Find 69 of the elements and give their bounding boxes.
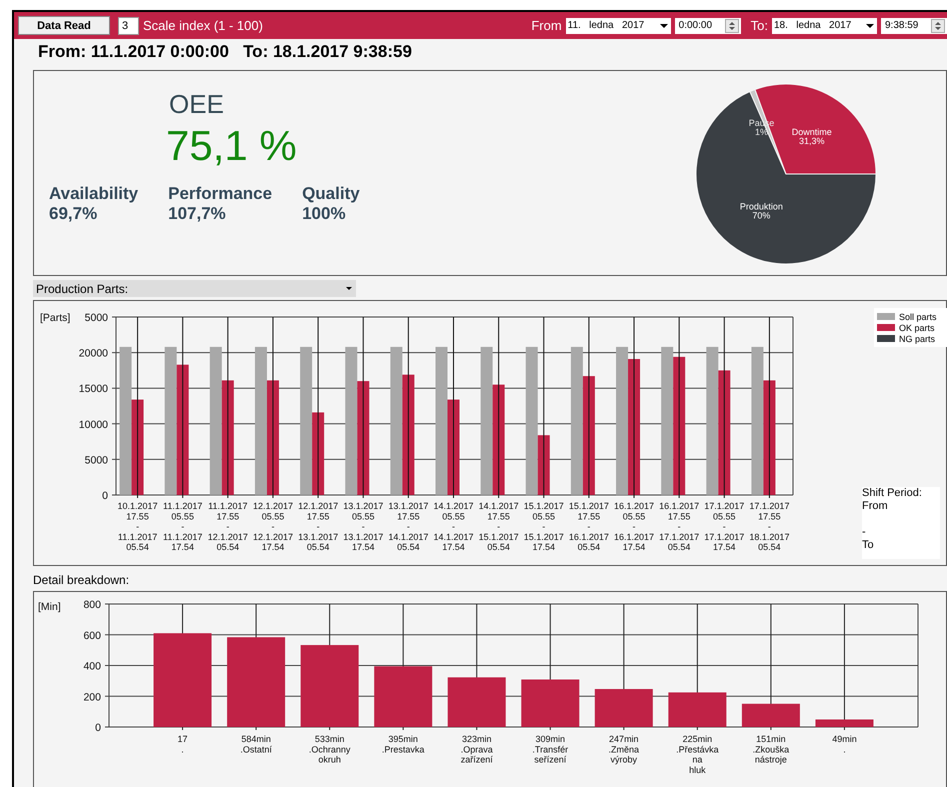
- category-label: 12.1.2017 17.55 - 13.1.2017 05.54: [298, 501, 338, 552]
- legend-label: Soll parts: [899, 312, 937, 322]
- axis-top-text: 5000: [84, 312, 108, 324]
- slice-label: Produktion 70%: [740, 202, 783, 221]
- data-read-button[interactable]: Data Read: [18, 16, 110, 35]
- caret-icon: [866, 24, 874, 28]
- from-time-field[interactable]: 0:00:00: [674, 18, 741, 34]
- oee-value: 75,1 %: [166, 122, 298, 170]
- category-label: 584min .Ostatní: [240, 734, 272, 754]
- category-label: 14.1.2017 05.55 - 14.1.2017 17.54: [433, 501, 474, 552]
- tick-label: 10000: [78, 418, 108, 431]
- category-label: 16.1.2017 17.55 - 17.1.2017 05.54: [659, 501, 700, 552]
- metric-value: 69,7%: [49, 204, 98, 224]
- axis-title: [Min]: [38, 601, 61, 613]
- category-label: 13.1.2017 17.55 - 14.1.2017 05.54: [388, 501, 428, 552]
- category-label: 16.1.2017 05.55 - 16.1.2017 17.54: [614, 501, 654, 552]
- category-label: 12.1.2017 05.55 - 12.1.2017 17.54: [252, 501, 293, 552]
- tick-label: 15000: [78, 383, 108, 396]
- spinner-icon: [931, 18, 945, 32]
- caret-icon: [346, 287, 352, 290]
- tick-label: 5000: [84, 454, 108, 466]
- tick-label: 0: [95, 722, 101, 734]
- category-label: 49min .: [832, 734, 857, 754]
- category-label: 395min .Prestavka: [382, 734, 424, 754]
- scale-index-field[interactable]: 3: [118, 16, 139, 34]
- to-label: To:: [750, 18, 768, 33]
- slice-label: Downtime 31,3%: [792, 127, 832, 146]
- caret-icon: [660, 24, 668, 28]
- metric-value: 100%: [302, 204, 347, 224]
- legend-label: NG parts: [899, 334, 936, 344]
- axis-title: [Parts]: [40, 312, 70, 324]
- from-date-dropdown[interactable]: 11. ledna 2017: [566, 18, 671, 34]
- detail-breakdown-label: Detail breakdown:: [33, 573, 130, 587]
- category-label: 225min .Přestávka na hluk: [676, 734, 719, 775]
- category-label: 10.1.2017 17.55 - 11.1.2017 05.54: [118, 501, 158, 552]
- to-date-dropdown[interactable]: 18. ledna 2017: [772, 18, 877, 34]
- tick-label: 20000: [78, 348, 108, 360]
- tick-label: 200: [83, 691, 101, 704]
- spinner-icon: [724, 18, 739, 32]
- from-label: From: [531, 18, 562, 33]
- to-time-field[interactable]: 9:38:59: [881, 18, 947, 34]
- category-label: 247min .Změna výroby: [608, 734, 640, 765]
- tick-label: 600: [83, 630, 101, 642]
- category-label: 11.1.2017 17.55 - 12.1.2017 05.54: [208, 501, 248, 552]
- metric-value: 107,7%: [168, 204, 227, 224]
- category-label: 309min .Transfér seřízení: [532, 734, 568, 765]
- scale-index-label: Scale index (1 - 100): [143, 18, 263, 33]
- tick-label: 400: [83, 660, 101, 672]
- category-label: 533min .Ochranny okruh: [308, 734, 350, 765]
- tick-label: 800: [83, 599, 101, 611]
- category-label: 151min .Zkouška nástroje: [752, 734, 790, 765]
- production-parts-dropdown[interactable]: Production Parts:: [33, 280, 356, 297]
- shift-period-text: Shift Period: From - To: [862, 487, 940, 559]
- oee-title: OEE: [169, 89, 225, 120]
- date-range-title: From: 11.1.2017 0:00:00 To: 18.1.2017 9:38:59: [37, 41, 413, 63]
- tick-label: 0: [102, 490, 108, 502]
- metric-label: Performance: [168, 184, 272, 204]
- category-label: 14.1.2017 17.55 - 15.1.2017 05.54: [478, 501, 519, 552]
- category-label: 17.1.2017 17.55 - 18.1.2017 05.54: [749, 501, 790, 552]
- category-label: 323min .Oprava zařízení: [460, 734, 493, 765]
- legend-label: OK parts: [899, 322, 935, 332]
- category-label: 17.1.2017 05.55 - 17.1.2017 17.54: [704, 501, 744, 552]
- category-label: 15.1.2017 17.55 - 16.1.2017 05.54: [568, 501, 609, 552]
- category-label: 13.1.2017 05.55 - 13.1.2017 17.54: [343, 501, 384, 552]
- category-label: 17 .: [178, 734, 188, 754]
- category-label: 15.1.2017 05.55 - 15.1.2017 17.54: [524, 501, 564, 552]
- category-label: 11.1.2017 05.55 - 11.1.2017 17.54: [163, 501, 202, 552]
- metric-label: Quality: [302, 184, 360, 204]
- metric-label: Availability: [49, 184, 138, 204]
